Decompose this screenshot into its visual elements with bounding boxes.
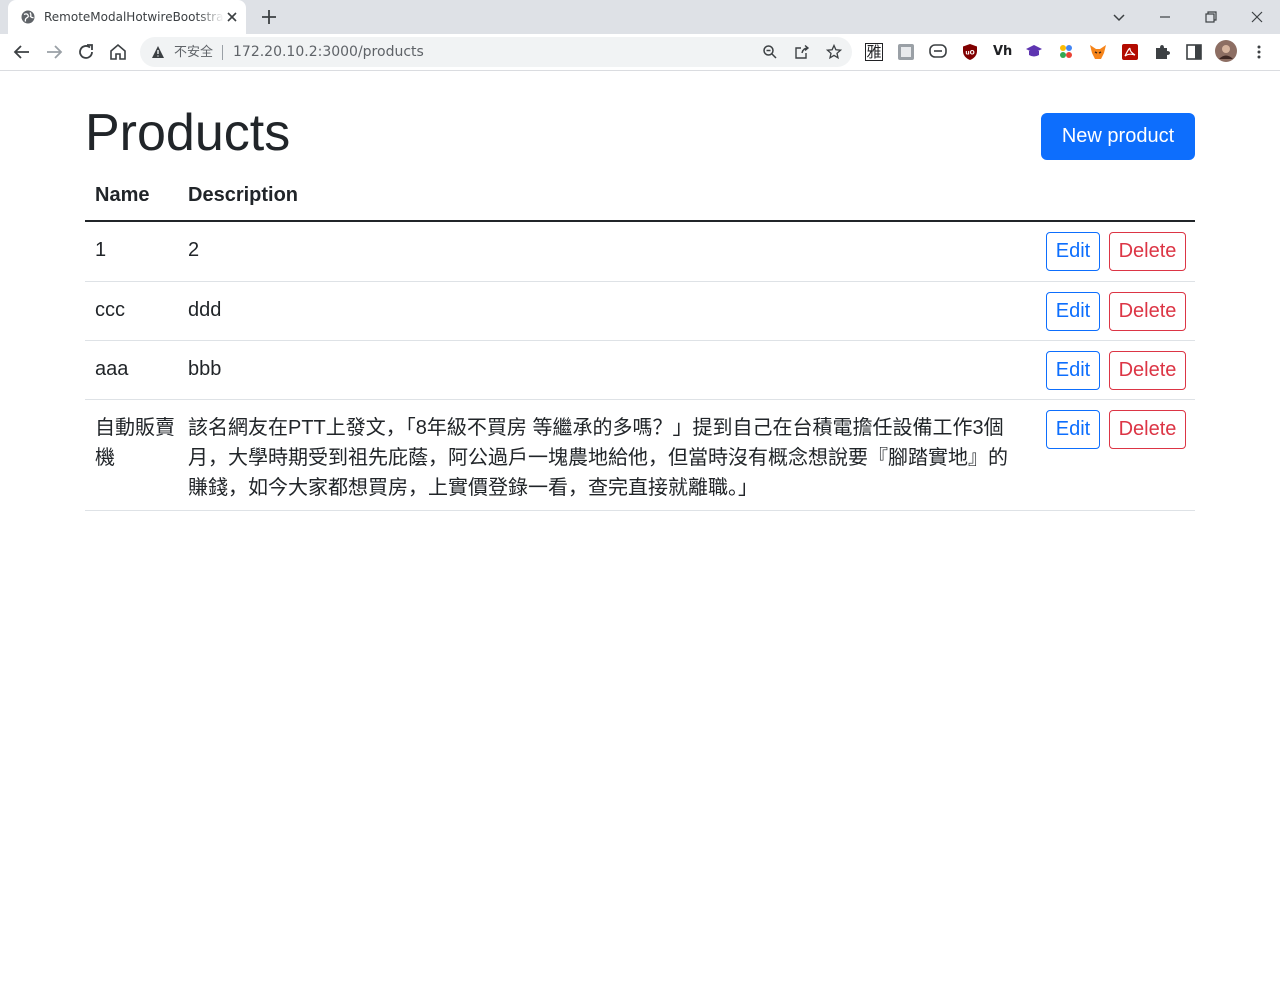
- page-content: Products New product Name Description 1 …: [0, 71, 1280, 984]
- close-icon[interactable]: [224, 9, 240, 25]
- zoom-icon[interactable]: [762, 44, 778, 60]
- delete-button[interactable]: Delete: [1109, 351, 1186, 390]
- product-description: ddd: [188, 299, 222, 321]
- table-row: aaa bbb Edit Delete: [85, 341, 1195, 400]
- back-arrow-icon[interactable]: [11, 41, 33, 63]
- products-table: Name Description 1 2 Edit Delete ccc ddd…: [85, 171, 1195, 511]
- browser-toolbar: 不安全 172.20.10.2:3000/products 雅 uO Vh: [0, 34, 1280, 98]
- product-name: aaa: [95, 358, 129, 380]
- fox-icon[interactable]: [1089, 43, 1107, 61]
- column-header-description: Description: [188, 184, 299, 206]
- url-text[interactable]: 172.20.10.2:3000/products: [233, 45, 424, 60]
- forward-arrow-icon[interactable]: [43, 41, 65, 63]
- dots-extension-icon[interactable]: [1057, 43, 1075, 61]
- notes-extension-icon[interactable]: [897, 43, 915, 61]
- vh-extension-icon[interactable]: Vh: [993, 43, 1013, 61]
- product-name: ccc: [95, 299, 125, 321]
- divider: [222, 45, 223, 60]
- edit-button[interactable]: Edit: [1046, 410, 1100, 449]
- restore-icon[interactable]: [1199, 5, 1223, 29]
- warning-icon[interactable]: [151, 45, 165, 59]
- chat-extension-icon[interactable]: [929, 43, 947, 61]
- page-title: Products: [85, 104, 291, 162]
- home-icon[interactable]: [107, 41, 129, 63]
- tab-strip: RemoteModalHotwireBootstrap: [0, 0, 1280, 34]
- svg-text:uO: uO: [965, 50, 974, 57]
- reload-icon[interactable]: [75, 41, 97, 63]
- browser-tab[interactable]: RemoteModalHotwireBootstrap: [8, 0, 246, 34]
- puzzle-icon[interactable]: [1153, 43, 1171, 61]
- delete-button[interactable]: Delete: [1109, 410, 1186, 449]
- delete-button[interactable]: Delete: [1109, 292, 1186, 331]
- minimize-icon[interactable]: [1153, 5, 1177, 29]
- product-name: 1: [95, 239, 107, 261]
- page-header: Products New product: [85, 93, 1195, 163]
- pdf-icon[interactable]: [1121, 43, 1139, 61]
- edit-button[interactable]: Edit: [1046, 292, 1100, 331]
- table-row: 自動販賣機 該名網友在PTT上發文，「8年級不買房 等繼承的多嗎？」提到自己在台…: [85, 400, 1195, 511]
- product-description: bbb: [188, 358, 222, 380]
- tab-title: RemoteModalHotwireBootstrap: [44, 10, 224, 24]
- share-icon[interactable]: [794, 44, 810, 60]
- delete-button[interactable]: Delete: [1109, 232, 1186, 271]
- address-bar[interactable]: 不安全 172.20.10.2:3000/products: [140, 37, 852, 67]
- avatar[interactable]: [1215, 40, 1237, 62]
- globe-icon: [21, 10, 35, 24]
- graduation-cap-icon[interactable]: [1025, 43, 1043, 61]
- new-tab-icon[interactable]: [259, 7, 279, 27]
- edit-button[interactable]: Edit: [1046, 351, 1100, 390]
- kebab-menu-icon[interactable]: [1250, 43, 1268, 61]
- side-panel-icon[interactable]: [1185, 43, 1203, 61]
- table-row: ccc ddd Edit Delete: [85, 282, 1195, 341]
- security-label[interactable]: 不安全: [174, 45, 213, 60]
- chevron-down-icon[interactable]: [1107, 5, 1131, 29]
- dict-extension-icon[interactable]: 雅: [865, 43, 883, 61]
- ublock-icon[interactable]: uO: [961, 43, 979, 61]
- star-icon[interactable]: [826, 44, 842, 60]
- table-row: 1 2 Edit Delete: [85, 222, 1195, 282]
- column-header-name: Name: [95, 184, 150, 206]
- vh-extension-label: Vh: [993, 44, 1013, 59]
- product-description: 2: [188, 239, 200, 261]
- table-header: Name Description: [85, 171, 1195, 222]
- product-name: 自動販賣機: [95, 417, 175, 469]
- dict-extension-label: 雅: [865, 43, 883, 61]
- edit-button[interactable]: Edit: [1046, 232, 1100, 271]
- new-product-button[interactable]: New product: [1041, 113, 1195, 160]
- product-description: 該名網友在PTT上發文，「8年級不買房 等繼承的多嗎？」提到自己在台積電擔任設備…: [188, 417, 1008, 499]
- close-window-icon[interactable]: [1245, 5, 1269, 29]
